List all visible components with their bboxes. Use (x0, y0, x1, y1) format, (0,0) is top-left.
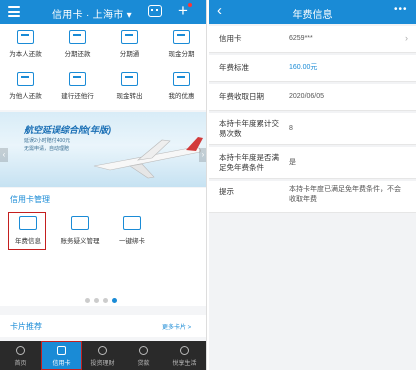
info-value: 8 (289, 125, 293, 132)
tab-label: 悦享生活 (172, 361, 197, 367)
quick-action-label: 分期还款 (64, 51, 91, 58)
tab-life[interactable]: 悦享生活 (164, 341, 205, 370)
info-key: 本持卡年度累计交易次数 (219, 119, 279, 138)
info-value: 160.00元 (289, 64, 318, 71)
info-row-transaction-count: 本持卡年度累计交易次数 8 (209, 113, 416, 145)
bind-card-icon (123, 216, 141, 230)
promo-banner[interactable]: 航空延误综合险(年版) 延误2小时赔付400元 无需申请，自动理赔 ‹ › (0, 112, 206, 187)
info-value: 6259*** (289, 35, 313, 42)
banner-line-1: 延误2小时赔付400元 (24, 138, 71, 144)
yen-icon (139, 346, 148, 355)
section-heading: 卡片推荐 (10, 322, 42, 331)
bottom-tab-bar: 首页 信用卡 投资理财 贷款 悦享生活 (0, 341, 206, 370)
info-value: 本持卡年度已满足免年费条件，不会收取年费 (289, 186, 401, 203)
quick-action-label: 现金转出 (116, 93, 143, 100)
quick-action-repay-others[interactable]: 为他人还款 (0, 72, 51, 100)
info-row-tip: 提示 本持卡年度已满足免年费条件，不会收取年费 (209, 181, 416, 213)
banner-next-arrow[interactable]: › (199, 148, 206, 162)
quick-action-installment-repay[interactable]: 分期还款 (52, 30, 103, 58)
more-menu-icon[interactable]: ••• (394, 4, 408, 15)
quick-action-label: 为他人还款 (9, 93, 42, 100)
quick-actions-grid: 为本人还款 分期还款 分期通 现金分期 为他人还款 建行还他行 现金转出 我的优… (0, 24, 206, 110)
card-icon (121, 30, 138, 44)
app-header: 信用卡 · 上海市 ▾ + (0, 0, 206, 24)
tab-label: 首页 (14, 361, 27, 367)
header-title-city-selector[interactable]: 信用卡 · 上海市 ▾ (52, 6, 132, 21)
info-key: 年费收取日期 (219, 92, 264, 101)
card-icon (17, 30, 34, 44)
info-value: 2020/06/05 (289, 93, 325, 100)
carousel-dots (85, 298, 121, 305)
info-row-fee-standard: 年费标准 160.00元 (209, 55, 416, 82)
card-icon (69, 72, 86, 86)
page-title: 年费信息 (292, 10, 333, 21)
card-icon (17, 72, 34, 86)
quick-action-label: 建行还他行 (61, 93, 94, 100)
notification-dot (188, 3, 192, 7)
credit-card-home-screen: 信用卡 · 上海市 ▾ + 为本人还款 分期还款 分期通 现金分期 为他人还款 … (0, 0, 207, 370)
banner-prev-arrow[interactable]: ‹ (0, 148, 8, 162)
chart-icon (98, 346, 107, 355)
plus-icon[interactable]: + (178, 0, 188, 22)
chevron-right-icon: › (405, 33, 408, 43)
info-row-card[interactable]: 信用卡 6259*** › (209, 26, 416, 53)
info-key: 信用卡 (219, 34, 242, 43)
coffee-icon (180, 346, 189, 355)
card-recommend-section: 卡片推荐 更多卡片 > (0, 315, 206, 337)
quick-action-label: 我的优惠 (168, 93, 195, 100)
robot-assistant-icon[interactable] (148, 5, 162, 17)
quick-action-label: 分期通 (119, 51, 140, 58)
tab-loan[interactable]: 贷款 (123, 341, 164, 370)
info-row-fee-date: 年费收取日期 2020/06/05 (209, 84, 416, 111)
more-cards-link[interactable]: 更多卡片 > (162, 322, 191, 331)
menu-icon[interactable] (8, 6, 20, 17)
card-icon (69, 30, 86, 44)
quick-action-cash-out[interactable]: 现金转出 (104, 72, 155, 100)
info-value: 是 (289, 159, 296, 166)
quick-action-repay-other-bank[interactable]: 建行还他行 (52, 72, 103, 100)
banner-title: 航空延误综合险(年版) (24, 125, 111, 135)
quick-action-installment-pass[interactable]: 分期通 (104, 30, 155, 58)
billing-dispute-item[interactable]: 账务疑义管理 (52, 214, 108, 245)
tab-home[interactable]: 首页 (0, 341, 41, 370)
tab-label: 投资理财 (90, 361, 115, 367)
annual-fee-info-screen: ‹ 年费信息 ••• 信用卡 6259*** › 年费标准 160.00元 年费… (209, 0, 416, 370)
app-header: ‹ 年费信息 ••• (209, 0, 416, 24)
document-icon (71, 216, 89, 230)
quick-action-my-offers[interactable]: 我的优惠 (156, 72, 206, 100)
airplane-image (93, 137, 203, 179)
home-icon (16, 346, 25, 355)
info-key: 年费标准 (219, 63, 249, 72)
cash-icon (121, 72, 138, 86)
tab-label: 贷款 (137, 361, 150, 367)
info-row-fee-waiver: 本持卡年度是否满足免年费条件 是 (209, 147, 416, 179)
item-label: 一键绑卡 (119, 238, 145, 245)
quick-action-label: 现金分期 (168, 51, 195, 58)
quick-action-label: 为本人还款 (9, 51, 42, 58)
highlight-box-credit-card-tab (41, 341, 82, 370)
banner-line-2: 无需申请，自动理赔 (24, 146, 70, 152)
quick-action-repay-self[interactable]: 为本人还款 (0, 30, 51, 58)
highlight-box-annual-fee (8, 212, 46, 250)
section-heading: 信用卡管理 (10, 195, 50, 204)
gift-icon (173, 72, 190, 86)
one-click-bind-card-item[interactable]: 一键绑卡 (104, 214, 160, 245)
item-label: 账务疑义管理 (60, 238, 100, 245)
info-key: 提示 (219, 187, 234, 196)
quick-action-cash-installment[interactable]: 现金分期 (156, 30, 206, 58)
info-key: 本持卡年度是否满足免年费条件 (219, 153, 279, 172)
tab-investment[interactable]: 投资理财 (82, 341, 123, 370)
yen-card-icon (173, 30, 190, 44)
